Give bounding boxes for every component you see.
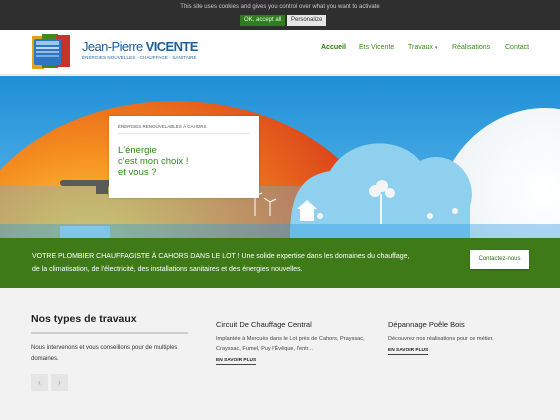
nav-realisations[interactable]: Réalisations	[452, 44, 490, 51]
carousel-prev-button[interactable]: ‹	[31, 374, 48, 391]
brand-last-name: VICENTE	[145, 39, 199, 54]
hero-card: ÉNERGIES RENOUVELABLES À CAHORS L'énergi…	[109, 116, 259, 198]
brand-first-name: Jean-Pierre	[82, 39, 143, 54]
personalize-cookies-button[interactable]: Personalize	[287, 15, 327, 26]
brand-tagline: ÉNERGIES NOUVELLES - CHAUFFAGE - SANITAI…	[82, 55, 197, 60]
chevron-down-icon: ▾	[435, 45, 438, 51]
nav-ets-vicente[interactable]: Ets Vicente	[359, 44, 394, 51]
card-text-poele: Découvrez nos réalisations pour ce métie…	[388, 336, 494, 342]
contact-button[interactable]: Contactez-nous	[470, 250, 529, 269]
hero-banner: ÉNERGIES RENOUVELABLES À CAHORS L'énergi…	[0, 76, 560, 238]
carousel-next-button[interactable]: ›	[51, 374, 68, 391]
chevron-left-icon: ‹	[38, 378, 41, 387]
section-divider	[31, 332, 188, 334]
site-header: Jean-Pierre VICENTE ÉNERGIES NOUVELLES -…	[0, 30, 560, 75]
nav-travaux[interactable]: Travaux ▾	[408, 44, 438, 51]
hero-headline: L'énergie c'est mon choix ! et vous ?	[118, 145, 189, 178]
card-link-chauffage[interactable]: EN SAVOIR PLUS	[216, 358, 257, 365]
card-title-poele[interactable]: Dépannage Poêle Bois	[388, 320, 465, 329]
logo-icon[interactable]	[31, 33, 79, 71]
hero-kicker: ÉNERGIES RENOUVELABLES À CAHORS	[118, 124, 207, 129]
nav-contact[interactable]: Contact	[505, 44, 529, 51]
accept-cookies-button[interactable]: OK, accept all	[240, 15, 286, 26]
brand-name[interactable]: Jean-Pierre VICENTE	[82, 39, 198, 54]
nav-accueil[interactable]: Accueil	[321, 44, 346, 51]
nav-travaux-label: Travaux	[408, 44, 434, 51]
cookie-bar: This site uses cookies and gives you con…	[0, 0, 560, 30]
card-title-chauffage[interactable]: Circuit De Chauffage Central	[216, 320, 312, 329]
section-description: Nous intervenons et vous conseillons pou…	[31, 345, 178, 362]
intro-text: VOTRE PLOMBIER CHAUFFAGISTE À CAHORS DAN…	[32, 253, 410, 273]
cookie-message: This site uses cookies and gives you con…	[180, 4, 380, 10]
section-title: Nos types de travaux	[31, 313, 137, 325]
page: { "cookie": { "message": "This site uses…	[0, 0, 560, 420]
card-link-poele[interactable]: EN SAVOIR PLUS	[388, 348, 429, 355]
chevron-right-icon: ›	[58, 378, 61, 387]
hero-illustration	[0, 76, 560, 238]
hero-divider	[118, 133, 250, 134]
card-text-chauffage: Implantée à Mercuès dans le Lot près de …	[216, 336, 365, 352]
